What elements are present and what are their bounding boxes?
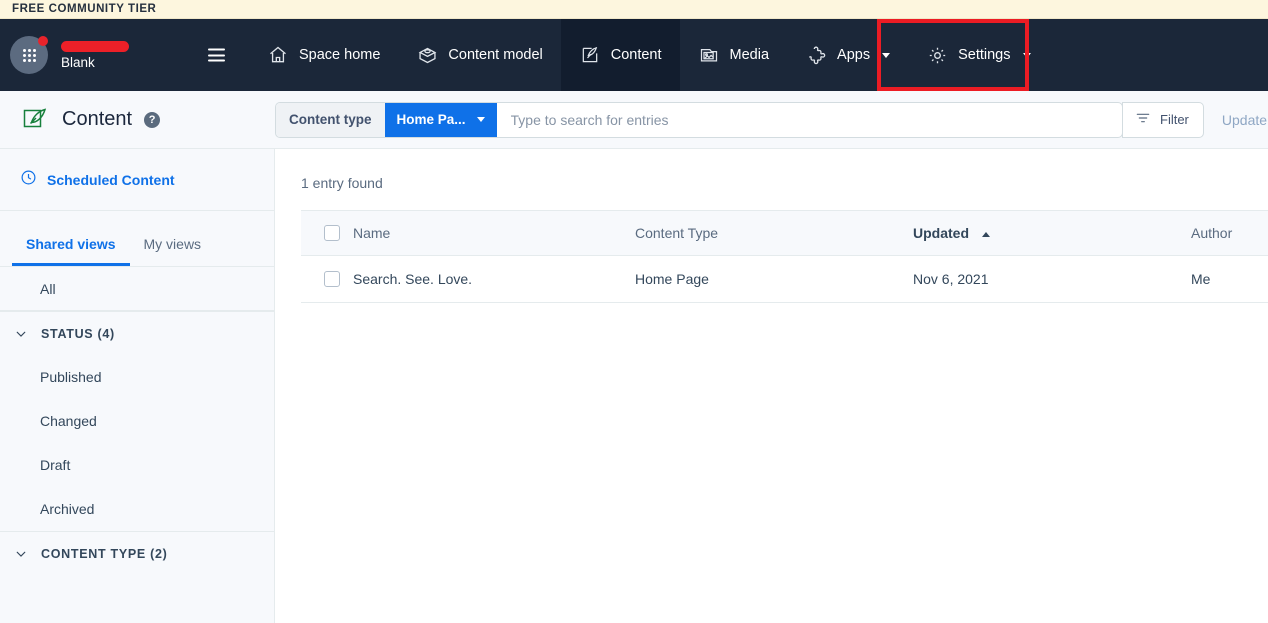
quill-square-icon (579, 44, 601, 66)
entry-count-label: 1 entry found (301, 175, 1268, 191)
sidebar-item-label: Published (40, 369, 102, 385)
column-header-updated[interactable]: Updated (913, 211, 1191, 256)
sidebar-item-scheduled-content[interactable]: Scheduled Content (0, 149, 274, 211)
sort-ascending-icon (982, 232, 990, 237)
row-checkbox[interactable] (324, 271, 340, 287)
nav-item-settings[interactable]: Settings (908, 19, 1048, 91)
tab-my-views[interactable]: My views (130, 236, 216, 266)
nav-item-label: Content model (448, 47, 542, 63)
sidebar-item-archived[interactable]: Archived (0, 487, 274, 531)
sidebar-item-label: Archived (40, 501, 94, 517)
nav-item-label: Settings (958, 47, 1010, 63)
tab-label: My views (144, 236, 202, 252)
search-input[interactable] (497, 103, 1122, 137)
nav-item-space-home[interactable]: Space home (249, 19, 398, 91)
top-navigation-bar: Blank Space home Content model (0, 19, 1268, 91)
chevron-down-icon (14, 547, 28, 561)
free-tier-banner-text: FREE COMMUNITY TIER (12, 3, 156, 15)
space-meta: Blank (61, 41, 129, 70)
nav-item-label: Content (611, 47, 662, 63)
chevron-down-icon (477, 117, 485, 122)
filter-button-label: Filter (1160, 112, 1189, 127)
update-view-button[interactable]: Update view (1222, 112, 1268, 128)
sidebar-item-label: Scheduled Content (47, 172, 175, 188)
view-actions: Update view Save a (1204, 112, 1268, 128)
tab-label: Shared views (26, 236, 116, 252)
select-all-header (301, 211, 353, 256)
page-title: Content (62, 108, 132, 131)
table-row[interactable]: Search. See. Love. Home Page Nov 6, 2021… (301, 256, 1268, 303)
image-folder-icon (698, 44, 720, 66)
select-all-checkbox[interactable] (324, 225, 340, 241)
column-header-label: Name (353, 225, 390, 241)
column-header-content-type[interactable]: Content Type (635, 211, 913, 256)
redacted-org-name (61, 41, 129, 52)
row-select-cell (301, 256, 353, 303)
sidebar-item-label: All (40, 281, 56, 297)
page-title-block: Content ? (0, 105, 275, 135)
entries-main: 1 entry found Name Content Type Updated (275, 149, 1268, 623)
row-cell-author: Me (1191, 256, 1268, 303)
entry-search-box: Content type Home Pa... (275, 102, 1123, 138)
sidebar-group-content-type[interactable]: CONTENT TYPE (2) (0, 531, 274, 575)
grid-dots-glyph (23, 49, 36, 62)
sidebar-group-label: STATUS (4) (41, 327, 115, 341)
sidebar-item-label: Draft (40, 457, 70, 473)
content-type-filter-label[interactable]: Content type (276, 103, 385, 137)
nav-item-content-model[interactable]: Content model (398, 19, 560, 91)
content-subheader: Content ? Content type Home Pa... Filter… (0, 91, 1268, 149)
nav-items: Space home Content model Content (249, 19, 1049, 91)
nav-item-label: Media (730, 47, 770, 63)
space-selector[interactable]: Blank (0, 19, 249, 91)
column-header-label: Content Type (635, 225, 718, 241)
sidebar-item-label: Changed (40, 413, 97, 429)
views-tabs: Shared views My views (0, 211, 274, 267)
nav-item-media[interactable]: Media (680, 19, 788, 91)
table-header-row: Name Content Type Updated Author (301, 211, 1268, 256)
filter-button[interactable]: Filter (1122, 102, 1204, 138)
column-header-label: Updated (913, 225, 969, 241)
sidebar-item-published[interactable]: Published (0, 355, 274, 399)
entries-table: Name Content Type Updated Author (301, 210, 1268, 303)
row-cell-updated: Nov 6, 2021 (913, 256, 1191, 303)
filter-icon (1135, 110, 1151, 129)
views-sidebar: Scheduled Content Shared views My views … (0, 149, 275, 623)
column-header-label: Author (1191, 225, 1232, 241)
sidebar-group-status[interactable]: STATUS (4) (0, 311, 274, 355)
hamburger-icon[interactable] (208, 49, 225, 62)
free-tier-banner: FREE COMMUNITY TIER (0, 0, 1268, 19)
chevron-down-icon (882, 53, 890, 58)
row-cell-name[interactable]: Search. See. Love. (353, 256, 635, 303)
nav-item-content[interactable]: Content (561, 19, 680, 91)
nav-item-label: Space home (299, 47, 380, 63)
sidebar-item-all[interactable]: All (0, 267, 274, 311)
home-icon (267, 44, 289, 66)
gear-icon (926, 44, 948, 66)
nav-item-apps[interactable]: Apps (787, 19, 908, 91)
chevron-down-icon (1023, 53, 1031, 58)
chevron-down-icon (14, 327, 28, 341)
entries-table-head: Name Content Type Updated Author (301, 211, 1268, 256)
content-type-filter-value-label: Home Pa... (397, 112, 466, 127)
column-header-author[interactable]: Author (1191, 211, 1268, 256)
notification-dot (38, 36, 48, 46)
column-header-name[interactable]: Name (353, 211, 635, 256)
body-split: Scheduled Content Shared views My views … (0, 149, 1268, 623)
question-mark-icon[interactable]: ? (144, 112, 160, 128)
clock-icon (20, 169, 37, 191)
grid-dots-icon[interactable] (10, 36, 48, 74)
cube-icon (416, 44, 438, 66)
sidebar-item-changed[interactable]: Changed (0, 399, 274, 443)
green-leaf-square-icon (20, 105, 50, 135)
search-toolbar: Content type Home Pa... Filter Update vi… (275, 102, 1268, 138)
row-cell-content-type: Home Page (635, 256, 913, 303)
sidebar-item-draft[interactable]: Draft (0, 443, 274, 487)
puzzle-icon (805, 44, 827, 66)
nav-item-label: Apps (837, 47, 870, 63)
tab-shared-views[interactable]: Shared views (12, 236, 130, 266)
sidebar-group-label: CONTENT TYPE (2) (41, 547, 167, 561)
content-type-filter-value[interactable]: Home Pa... (385, 103, 497, 137)
entries-table-body: Search. See. Love. Home Page Nov 6, 2021… (301, 256, 1268, 303)
space-name-label: Blank (61, 55, 129, 70)
